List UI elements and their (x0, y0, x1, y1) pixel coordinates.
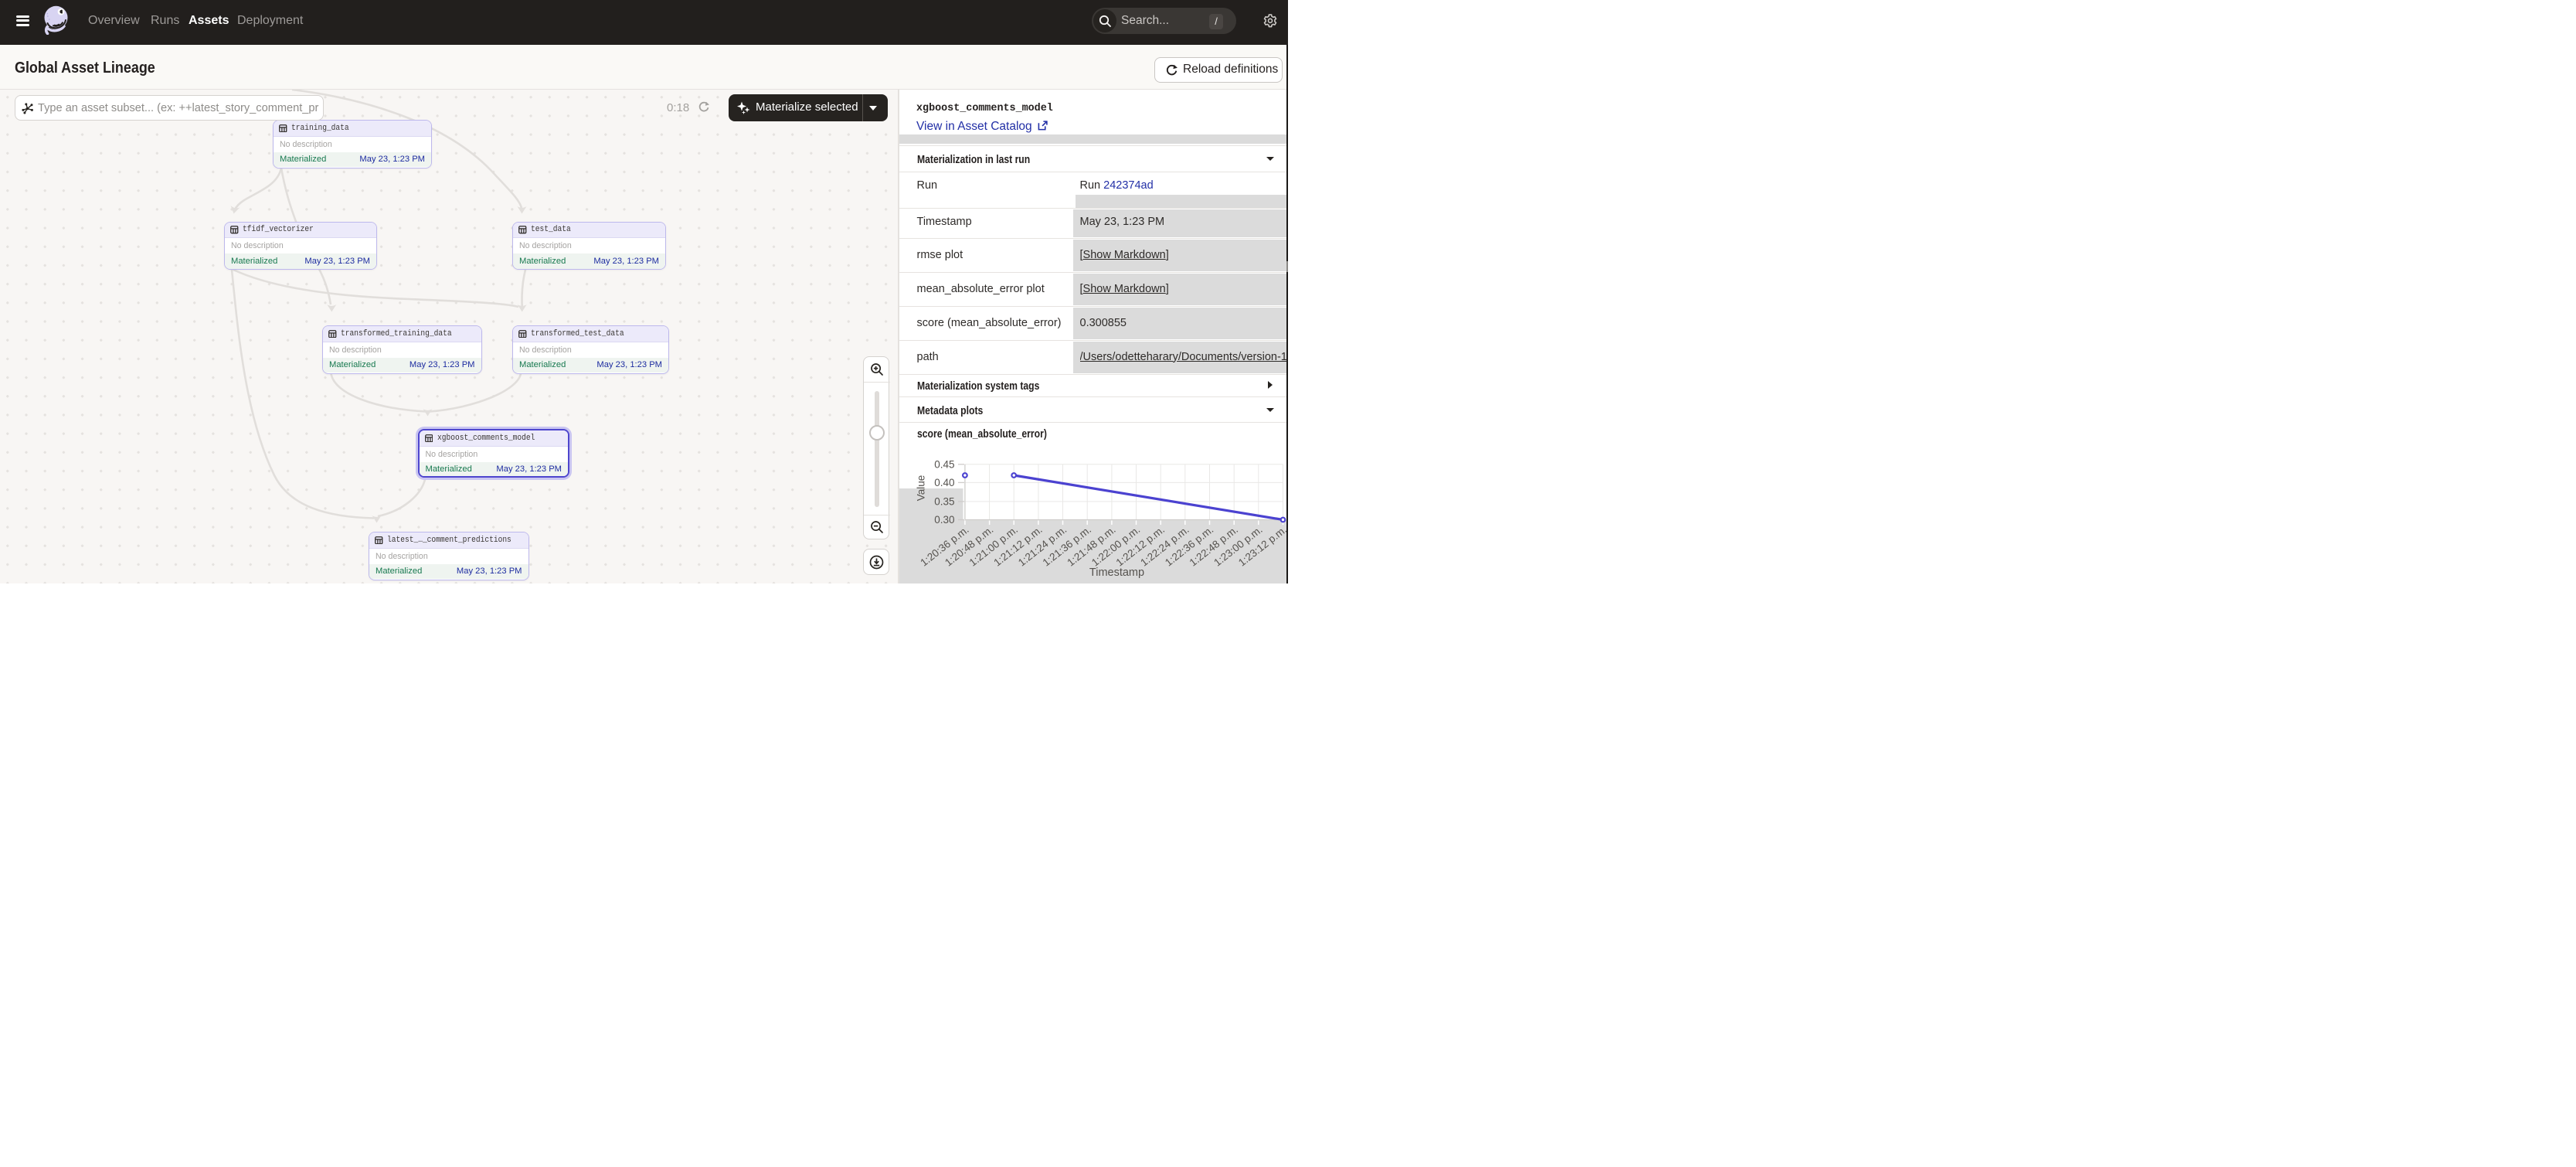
svg-text:0.35: 0.35 (934, 495, 954, 507)
svg-text:0.45: 0.45 (934, 458, 954, 470)
svg-text:0.30: 0.30 (934, 514, 954, 526)
svg-text:Value: Value (915, 475, 926, 502)
svg-text:0.40: 0.40 (934, 477, 954, 488)
svg-text:Timestamp: Timestamp (1089, 566, 1144, 579)
